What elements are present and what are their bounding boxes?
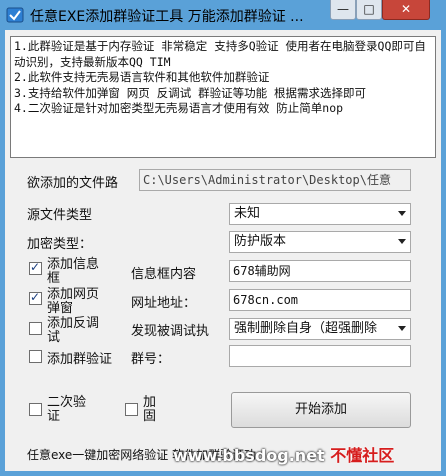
second-verify-checkbox[interactable] xyxy=(29,403,42,416)
debug-action-select[interactable]: 强制删除自身（超强删除 xyxy=(229,318,411,340)
info-content-label: 信息框内容 xyxy=(131,267,197,282)
source-type-value: 未知 xyxy=(234,206,261,221)
checkmark-icon: ✓ xyxy=(30,260,41,274)
close-button[interactable]: ✕ xyxy=(382,0,430,20)
maximize-icon: □ xyxy=(363,2,375,16)
start-add-button[interactable]: 开始添加 xyxy=(231,392,411,428)
add-group-label: 添加群验证 xyxy=(47,352,113,367)
window-title: 任意EXE添加群验证工具 万能添加群验证 ... xyxy=(30,9,304,25)
watermark: www.bbsdog.net 不懂社区 xyxy=(173,442,394,466)
title-bar[interactable]: 任意EXE添加群验证工具 万能添加群验证 ... — □ ✕ xyxy=(0,0,446,30)
watermark-brand: 不懂社区 xyxy=(330,446,395,465)
add-antidebug-label: 添加反调试 xyxy=(47,316,100,345)
debug-found-label: 发现被调试执 xyxy=(131,324,210,339)
file-path-label: 欲添加的文件路 xyxy=(27,176,119,191)
url-input[interactable]: 678cn.com xyxy=(229,289,411,311)
checkmark-icon: ✓ xyxy=(30,290,41,304)
source-type-label: 源文件类型 xyxy=(27,208,93,223)
info-content-input[interactable]: 678辅助网 xyxy=(229,260,411,282)
debug-action-value: 强制删除自身（超强删除 xyxy=(234,321,378,336)
second-verify-label: 二次验证 xyxy=(47,395,87,424)
encrypt-type-value: 防护版本 xyxy=(234,234,287,249)
add-info-label: 添加信息框 xyxy=(47,257,100,286)
minimize-icon: — xyxy=(337,2,349,16)
app-window: 任意EXE添加群验证工具 万能添加群验证 ... — □ ✕ 1.此群验证是基于… xyxy=(0,0,446,476)
group-no-label: 群号： xyxy=(131,352,171,367)
watermark-url: www.bbsdog.net xyxy=(173,446,325,465)
client-area: 1.此群验证是基于内存验证 非常稳定 支持多Q验证 使用者在电脑登录QQ即可自动… xyxy=(5,30,441,471)
minimize-button[interactable]: — xyxy=(330,0,356,20)
chevron-down-icon xyxy=(398,211,406,216)
add-group-checkbox[interactable] xyxy=(29,350,42,363)
group-no-input[interactable] xyxy=(229,345,411,367)
source-type-select[interactable]: 未知 xyxy=(229,203,411,225)
chevron-down-icon xyxy=(398,239,406,244)
add-antidebug-checkbox[interactable] xyxy=(29,322,42,335)
add-popup-label: 添加网页弹窗 xyxy=(47,287,100,316)
reinforce-checkbox[interactable] xyxy=(125,403,138,416)
add-info-checkbox[interactable]: ✓ xyxy=(29,260,42,275)
url-label: 网址地址： xyxy=(131,296,197,311)
app-icon xyxy=(6,7,24,23)
maximize-button[interactable]: □ xyxy=(356,0,382,20)
close-icon: ✕ xyxy=(400,2,412,16)
encrypt-type-select[interactable]: 防护版本 xyxy=(229,231,411,253)
encrypt-type-label: 加密类型： xyxy=(27,237,93,252)
reinforce-label: 加固 xyxy=(143,395,157,424)
add-popup-checkbox[interactable]: ✓ xyxy=(29,290,42,305)
info-memo[interactable]: 1.此群验证是基于内存验证 非常稳定 支持多Q验证 使用者在电脑登录QQ即可自动… xyxy=(10,36,436,158)
file-path-field[interactable]: C:\Users\Administrator\Desktop\任意 xyxy=(139,169,411,191)
chevron-down-icon xyxy=(398,326,406,331)
